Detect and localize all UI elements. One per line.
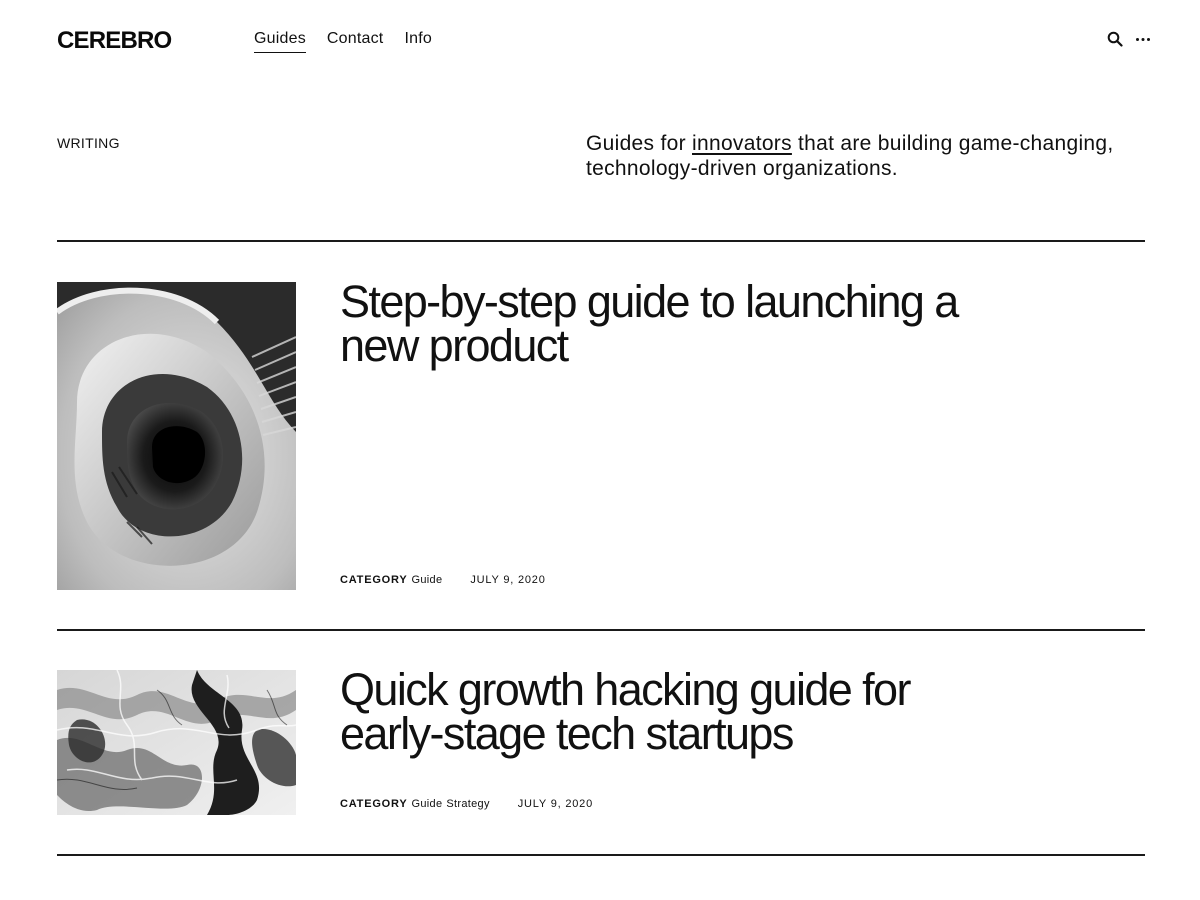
nav-item-info[interactable]: Info bbox=[404, 29, 432, 53]
post-card: Quick growth hacking guide for early-sta… bbox=[57, 667, 1145, 816]
category-label: CATEGORY bbox=[340, 574, 408, 586]
post-date: JULY 9, 2020 bbox=[517, 798, 593, 810]
category-link-strategy[interactable]: Strategy bbox=[446, 798, 489, 810]
marbled-ink-image[interactable] bbox=[57, 670, 296, 815]
post-meta: CATEGORY Guide Strategy JULY 9, 2020 bbox=[340, 798, 593, 810]
category-link-guide[interactable]: Guide bbox=[412, 574, 443, 586]
nav-item-contact[interactable]: Contact bbox=[327, 29, 384, 53]
divider bbox=[57, 629, 1145, 631]
divider bbox=[57, 854, 1145, 856]
header-actions bbox=[1096, 30, 1152, 48]
innovators-link[interactable]: innovators bbox=[692, 132, 792, 155]
site-logo[interactable]: CEREBRO bbox=[57, 27, 172, 55]
post-meta: CATEGORY Guide JULY 9, 2020 bbox=[340, 574, 546, 586]
intro-text-before: Guides for bbox=[586, 132, 693, 155]
intro-text: Guides for innovators that are building … bbox=[586, 131, 1146, 181]
main-nav: Guides Contact Info bbox=[254, 29, 453, 53]
category-link-guide[interactable]: Guide bbox=[412, 798, 443, 810]
search-icon[interactable] bbox=[1106, 30, 1124, 48]
post-date: JULY 9, 2020 bbox=[470, 574, 546, 586]
more-icon[interactable] bbox=[1134, 30, 1152, 48]
post-card: Step-by-step guide to launching a new pr… bbox=[57, 279, 1145, 592]
post-title[interactable]: Step-by-step guide to launching a new pr… bbox=[340, 279, 980, 368]
post-title[interactable]: Quick growth hacking guide for early-sta… bbox=[340, 667, 980, 756]
section-label: WRITING bbox=[57, 135, 120, 151]
spiral-staircase-image[interactable] bbox=[57, 282, 296, 590]
site-header: CEREBRO Guides Contact Info bbox=[57, 24, 1152, 56]
nav-item-guides[interactable]: Guides bbox=[254, 29, 306, 53]
divider bbox=[57, 240, 1145, 242]
category-label: CATEGORY bbox=[340, 798, 408, 810]
